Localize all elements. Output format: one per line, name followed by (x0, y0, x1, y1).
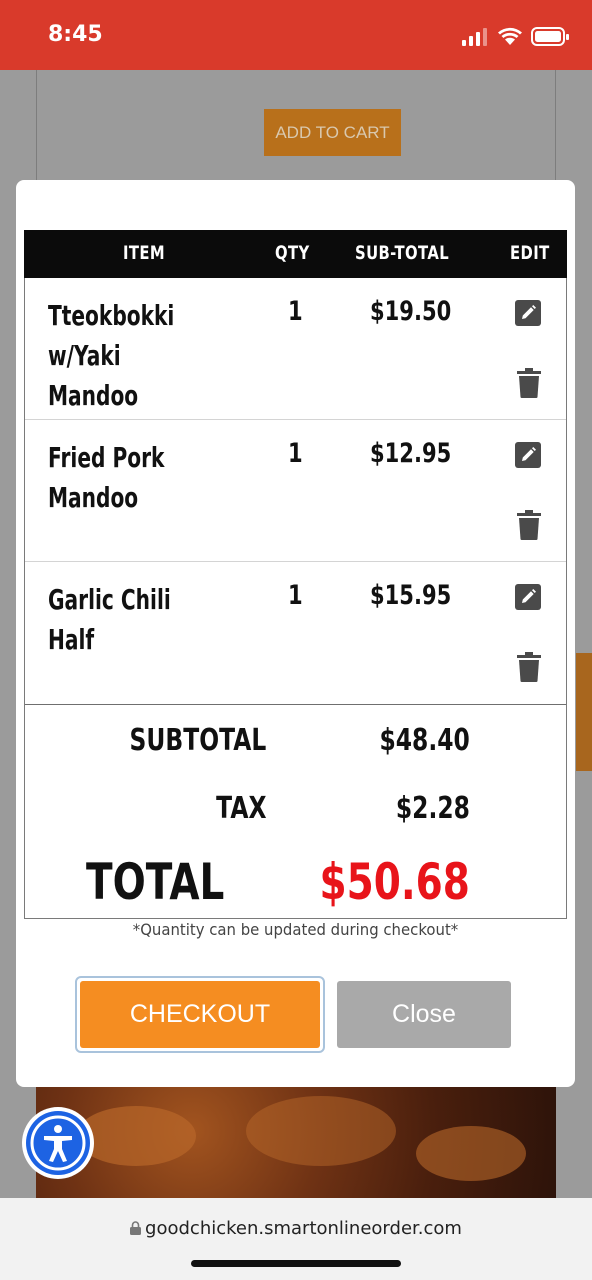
checkout-button[interactable]: CHECKOUT (80, 981, 320, 1048)
wifi-icon (498, 27, 522, 45)
item-name: Garlic Chili Half (48, 583, 171, 656)
add-to-cart-button[interactable]: ADD TO CART (264, 109, 401, 156)
home-indicator (191, 1260, 401, 1267)
header-edit: EDIT (510, 242, 550, 264)
edit-icon[interactable] (515, 584, 541, 610)
cart-table: ITEM QTY SUB-TOTAL EDIT Tteokbokki w/Yak… (24, 230, 567, 919)
subtotal-value: $48.40 (379, 723, 470, 758)
cart-row: Garlic Chili Half 1 $15.95 (25, 562, 566, 704)
background-product-card: ADD TO CART (36, 70, 556, 182)
item-qty: 1 (288, 580, 303, 611)
trash-icon[interactable] (517, 510, 541, 540)
total-value: $50.68 (319, 853, 470, 911)
status-icons (462, 27, 569, 46)
trash-icon[interactable] (517, 652, 541, 682)
food-image (36, 1086, 556, 1198)
item-qty: 1 (288, 296, 303, 327)
url-text: goodchicken.smartonlineorder.com (145, 1218, 462, 1239)
header-subtotal: SUB-TOTAL (355, 242, 450, 264)
header-qty: QTY (275, 242, 310, 264)
item-name: Fried Pork Mandoo (48, 441, 165, 514)
cart-table-header: ITEM QTY SUB-TOTAL EDIT (24, 230, 567, 278)
item-qty: 1 (288, 438, 303, 469)
item-name: Tteokbokki w/Yaki Mandoo (48, 299, 175, 412)
edit-icon[interactable] (515, 300, 541, 326)
lock-icon (130, 1221, 142, 1235)
cart-row: Tteokbokki w/Yaki Mandoo 1 $19.50 (25, 278, 566, 420)
quantity-note: *Quantity can be updated during checkout… (132, 920, 459, 939)
cart-totals: SUBTOTAL $48.40 TAX $2.28 TOTAL $50.68 (25, 704, 566, 918)
cellular-signal-icon (462, 28, 487, 46)
background-side-tab (576, 653, 592, 771)
edit-icon[interactable] (515, 442, 541, 468)
total-label: TOTAL (85, 853, 224, 911)
battery-icon (531, 27, 569, 46)
item-subtotal: $12.95 (370, 438, 452, 469)
cart-row: Fried Pork Mandoo 1 $12.95 (25, 420, 566, 562)
cart-modal: ITEM QTY SUB-TOTAL EDIT Tteokbokki w/Yak… (16, 180, 575, 1087)
checkout-focus-ring: CHECKOUT (75, 976, 325, 1053)
tax-value: $2.28 (395, 791, 470, 826)
header-item: ITEM (123, 242, 166, 264)
item-subtotal: $19.50 (370, 296, 452, 327)
close-button[interactable]: Close (337, 981, 511, 1048)
item-subtotal: $15.95 (370, 580, 452, 611)
trash-icon[interactable] (517, 368, 541, 398)
subtotal-label: SUBTOTAL (129, 723, 266, 758)
accessibility-button[interactable] (22, 1107, 94, 1179)
status-time: 8:45 (48, 22, 103, 47)
browser-url-bar[interactable]: goodchicken.smartonlineorder.com (0, 1198, 592, 1280)
accessibility-icon (26, 1111, 90, 1175)
status-bar: 8:45 (0, 0, 592, 70)
tax-label: TAX (215, 791, 266, 826)
